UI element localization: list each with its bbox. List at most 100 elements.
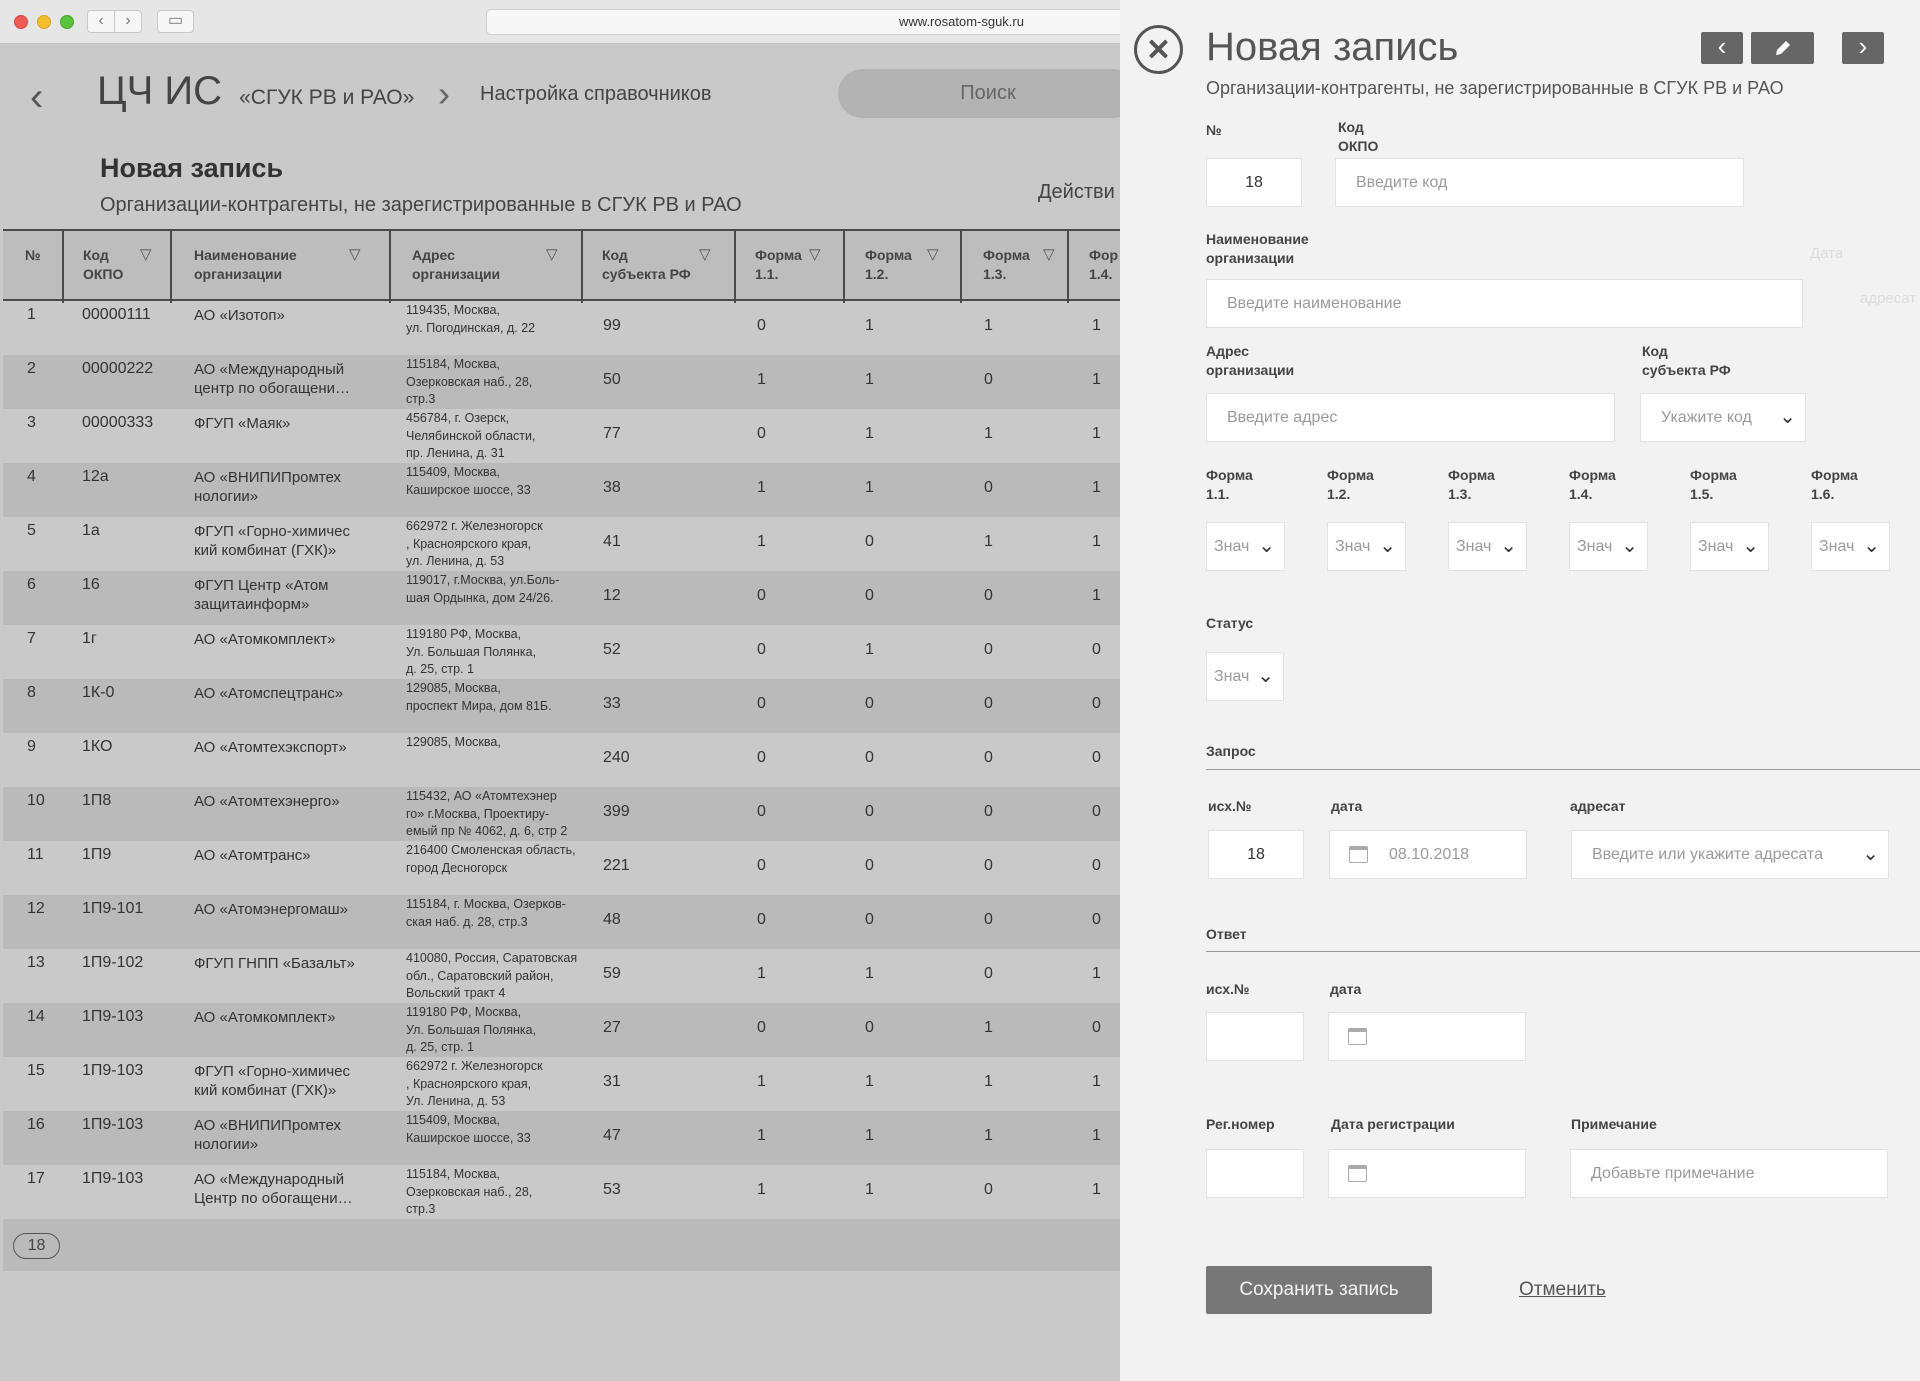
table-cell: 41: [603, 533, 621, 550]
request-date-input[interactable]: 08.10.2018: [1329, 830, 1527, 879]
table-row[interactable]: 6 16 ФГУП Центр «Атом защитаинформ» 119017,…: [3, 571, 1120, 625]
subject-label: Код субъекта РФ: [1642, 343, 1731, 378]
breadcrumb[interactable]: Настройка справочников: [480, 83, 712, 106]
okpo-input[interactable]: [1335, 158, 1744, 207]
table-cell: 1: [1092, 479, 1101, 496]
previous-record-button[interactable]: ‹: [1701, 32, 1743, 64]
form-1-select[interactable]: Знач ⌄: [1206, 522, 1285, 571]
form-5-select[interactable]: Знач ⌄: [1690, 522, 1769, 571]
table-row[interactable]: 8 1К-0 АО «Атомспецтранс» 129085, Москва, п…: [3, 679, 1120, 733]
panel-subtitle: Организации-контрагенты, не зарегистриро…: [1206, 78, 1784, 98]
form-4-select[interactable]: Знач ⌄: [1569, 522, 1648, 571]
table-cell: 0: [984, 911, 993, 928]
reg-num-input[interactable]: [1206, 1149, 1304, 1198]
table-cell: 52: [603, 641, 621, 658]
table-row[interactable]: 1 00000111 АО «Изотоп» 119435, Москва, ул. …: [3, 301, 1120, 355]
table-cell: 119435, Москва, ул. Погодинская, д. 22: [406, 303, 536, 335]
calendar-icon: [1348, 1028, 1367, 1045]
search-input[interactable]: Поиск: [838, 69, 1120, 118]
form-2-select[interactable]: Знач ⌄: [1327, 522, 1406, 571]
filter-icon[interactable]: ▽: [927, 245, 939, 263]
table-cell: 5: [27, 522, 36, 539]
column-divider: [62, 231, 64, 303]
column-header[interactable]: Код субъекта РФ: [602, 246, 691, 284]
table-cell: 12: [603, 587, 621, 604]
table-cell: 16: [82, 576, 100, 593]
address-input[interactable]: [1206, 393, 1615, 442]
column-header[interactable]: Форма 1.2.: [865, 246, 912, 284]
window-close-dot[interactable]: [14, 15, 28, 29]
note-input[interactable]: [1570, 1149, 1888, 1198]
table-cell: 1: [865, 641, 874, 658]
chevron-down-icon: ⌄: [1742, 535, 1759, 557]
table-row[interactable]: 7 1г АО «Атомкомплект» 119180 РФ, Москва, У…: [3, 625, 1120, 679]
edit-button[interactable]: [1751, 32, 1814, 64]
request-out-num-input[interactable]: [1208, 830, 1304, 879]
num-field[interactable]: [1206, 158, 1302, 207]
save-record-button[interactable]: Сохранить запись: [1206, 1266, 1432, 1314]
table-row[interactable]: 14 1П9-103 АО «Атомкомплект» 119180 РФ, Мос…: [3, 1003, 1120, 1057]
table-cell: 0: [1092, 803, 1101, 820]
status-select[interactable]: Знач ⌄: [1206, 652, 1284, 701]
column-header[interactable]: Фор 1.4.: [1089, 246, 1118, 284]
sidebar-toggle-icon[interactable]: ▭: [157, 10, 194, 33]
table-row[interactable]: 13 1П9-102 ФГУП ГНПП «Базальт» 410080, Росс…: [3, 949, 1120, 1003]
form-6-select[interactable]: Знач ⌄: [1811, 522, 1890, 571]
table-cell: 0: [984, 749, 993, 766]
column-header[interactable]: Адрес организации: [412, 246, 500, 284]
filter-icon[interactable]: ▽: [809, 245, 821, 263]
table-row[interactable]: 5 1а ФГУП «Горно-химичес кий комбинат (ГХК…: [3, 517, 1120, 571]
close-icon[interactable]: [1134, 25, 1183, 74]
window-maximize-dot[interactable]: [60, 15, 74, 29]
column-header[interactable]: Код ОКПО: [83, 246, 123, 284]
table-cell: 1: [1092, 425, 1101, 442]
form-select-placeholder: Знач: [1819, 538, 1855, 555]
filter-icon[interactable]: ▽: [699, 245, 711, 263]
table-row[interactable]: 12 1П9-101 АО «Атомэнергомаш» 115184, г. Мо…: [3, 895, 1120, 949]
next-record-button[interactable]: ›: [1842, 32, 1884, 64]
actions-menu[interactable]: Действи: [1038, 181, 1115, 204]
page-number-badge[interactable]: 18: [13, 1233, 60, 1259]
table-row[interactable]: 2 00000222 АО «Международный центр по обог…: [3, 355, 1120, 409]
subject-select[interactable]: Укажите код ⌄: [1640, 393, 1806, 442]
browser-back-button[interactable]: ‹: [87, 10, 115, 33]
table-cell: 4: [27, 468, 36, 485]
column-header[interactable]: Наименование организации: [194, 246, 297, 284]
table-cell: 0: [865, 1019, 874, 1036]
window-minimize-dot[interactable]: [37, 15, 51, 29]
calendar-icon: [1349, 846, 1368, 863]
filter-icon[interactable]: ▽: [349, 245, 361, 263]
cancel-link[interactable]: Отменить: [1519, 1279, 1606, 1301]
table-row[interactable]: 10 1П8 АО «Атомтехэнерго» 115432, АО «Атомт…: [3, 787, 1120, 841]
table-row[interactable]: 9 1КО АО «Атомтехэкспорт» 129085, Москва, 24…: [3, 733, 1120, 787]
column-header[interactable]: Форма 1.1.: [755, 246, 802, 284]
reg-date-input[interactable]: [1328, 1149, 1526, 1198]
name-input[interactable]: [1206, 279, 1803, 328]
table-cell: 0: [984, 803, 993, 820]
table-row[interactable]: 17 1П9-103 АО «Международный Центр по обог…: [3, 1165, 1120, 1219]
table-cell: 216400 Смоленская область, город Десного…: [406, 843, 576, 875]
filter-icon[interactable]: ▽: [140, 245, 152, 263]
table-row[interactable]: 4 12а АО «ВНИПИПромтех нологии» 115409, Мос…: [3, 463, 1120, 517]
pencil-icon: [1775, 41, 1790, 55]
table-cell: 1П9-102: [82, 954, 144, 971]
table-row[interactable]: 15 1П9-103 ФГУП «Горно-химичес кий комбина…: [3, 1057, 1120, 1111]
table-row[interactable]: 16 1П9-103 АО «ВНИПИПромтех нологии» 115409…: [3, 1111, 1120, 1165]
table-row[interactable]: 11 1П9 АО «Атомтранс» 216400 Смоленская обл…: [3, 841, 1120, 895]
browser-forward-button[interactable]: ›: [114, 10, 142, 33]
form-3-select[interactable]: Знач ⌄: [1448, 522, 1527, 571]
table-cell: 115184, г. Москва, Озерков- ская наб. д.…: [406, 897, 566, 929]
table-cell: 1: [1092, 1127, 1101, 1144]
table-cell: 1г: [82, 630, 97, 647]
addressee-select[interactable]: Введите или укажите адресата ⌄: [1571, 830, 1889, 879]
table-row[interactable]: 3 00000333 ФГУП «Маяк» 456784, г. Озерск, Ч…: [3, 409, 1120, 463]
answer-out-num-input[interactable]: [1206, 1012, 1304, 1061]
back-chevron-icon[interactable]: ‹: [30, 75, 43, 120]
table-cell: 31: [603, 1073, 621, 1090]
table-cell: 240: [603, 749, 630, 766]
filter-icon[interactable]: ▽: [546, 245, 558, 263]
filter-icon[interactable]: ▽: [1043, 245, 1055, 263]
column-header[interactable]: №: [25, 246, 41, 265]
column-header[interactable]: Форма 1.3.: [983, 246, 1030, 284]
answer-date-input[interactable]: [1328, 1012, 1526, 1061]
